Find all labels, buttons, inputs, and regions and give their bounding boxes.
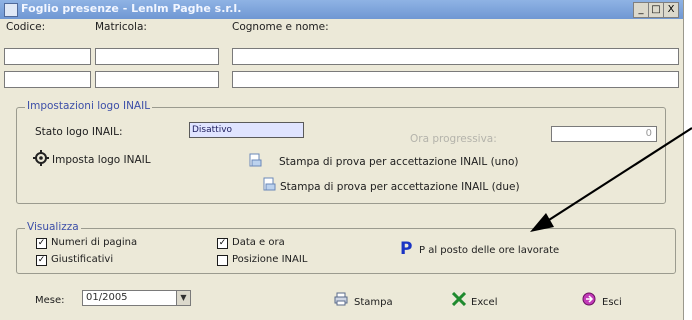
annotation-arrow [530, 127, 692, 232]
